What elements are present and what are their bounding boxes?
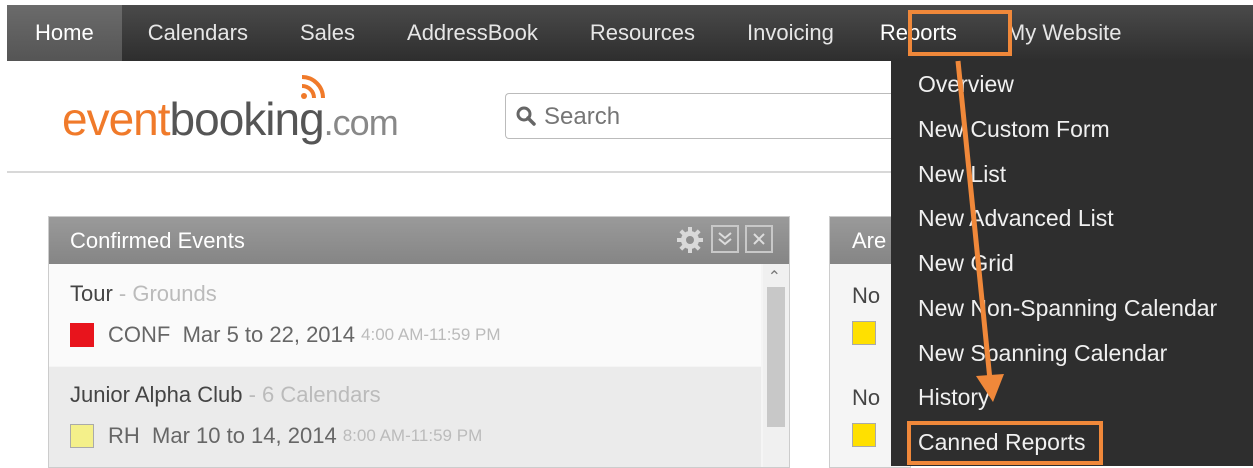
event-time: 4:00 AM-11:59 PM [361,325,501,344]
top-navigation: Home Calendars Sales AddressBook Resourc… [7,5,1253,61]
event-title[interactable]: Tour [70,281,113,306]
search-input[interactable] [542,102,886,132]
reports-dropdown-menu: Overview New Custom Form New List New Ad… [891,61,1253,466]
logo-part-event: event [62,93,171,145]
scrollbar-thumb[interactable] [767,287,785,427]
status-color-swatch [852,321,876,345]
close-icon[interactable] [745,225,773,253]
nav-invoicing[interactable]: Invoicing [721,5,860,61]
nav-resources[interactable]: Resources [564,5,721,61]
event-dates: Mar 5 to 22, 2014 [182,322,356,347]
menu-item-overview[interactable]: Overview [918,71,1014,98]
menu-item-new-grid[interactable]: New Grid [918,250,1014,277]
header-divider [7,171,891,173]
menu-item-new-advanced-list[interactable]: New Advanced List [918,205,1114,232]
event-title-line: Tour - Grounds [70,281,217,307]
search-box [505,93,895,139]
event-item[interactable]: Junior Alpha Club - 6 Calendars RH Mar 1… [49,367,761,467]
nav-addressbook[interactable]: AddressBook [381,5,564,61]
list-item[interactable]: No [852,385,880,411]
menu-item-new-non-spanning-calendar[interactable]: New Non-Spanning Calendar [918,295,1217,322]
panel-tools [675,225,773,255]
event-detail-line: CONF Mar 5 to 22, 2014 4:00 AM-11:59 PM [70,322,501,348]
nav-sales[interactable]: Sales [274,5,381,61]
menu-item-history[interactable]: History [918,384,990,411]
status-color-swatch [852,423,876,447]
event-time: 8:00 AM-11:59 PM [342,426,483,445]
menu-item-canned-reports[interactable]: Canned Reports [918,429,1086,456]
status-color-swatch [70,323,94,347]
rss-signal-icon [301,75,325,99]
search-icon[interactable] [515,105,537,127]
menu-item-new-list[interactable]: New List [918,161,1006,188]
nav-reports[interactable]: Reports [860,5,981,61]
event-title[interactable]: Junior Alpha Club [70,382,242,407]
event-title-line: Junior Alpha Club - 6 Calendars [70,382,381,408]
nav-my-website[interactable]: My Website [981,5,1148,61]
status-color-swatch [70,424,94,448]
collapse-icon[interactable] [711,225,739,253]
gear-icon[interactable] [675,225,705,255]
logo-part-booking: booking [169,93,325,145]
event-detail-line: RH Mar 10 to 14, 2014 8:00 AM-11:59 PM [70,423,482,449]
menu-item-new-spanning-calendar[interactable]: New Spanning Calendar [918,340,1167,367]
event-subtitle: - Grounds [118,281,217,306]
confirmed-events-panel: Confirmed Events Tour - Grounds CONF Mar… [48,216,790,468]
panel-header: Confirmed Events [49,217,789,264]
nav-calendars[interactable]: Calendars [122,5,274,61]
menu-item-new-custom-form[interactable]: New Custom Form [918,116,1110,143]
event-dates: Mar 10 to 14, 2014 [152,423,337,448]
event-code: RH [108,423,140,448]
eventbooking-logo[interactable]: eventbooking.com [62,92,399,146]
panel-title: Confirmed Events [70,228,245,253]
event-subtitle: - 6 Calendars [248,382,381,407]
event-item[interactable]: Tour - Grounds CONF Mar 5 to 22, 2014 4:… [49,264,761,366]
nav-home[interactable]: Home [7,5,122,61]
logo-part-com: .com [323,102,399,143]
event-code: CONF [108,322,171,347]
list-item[interactable]: No [852,283,880,309]
scroll-up-icon[interactable]: ⌃ [768,267,781,287]
